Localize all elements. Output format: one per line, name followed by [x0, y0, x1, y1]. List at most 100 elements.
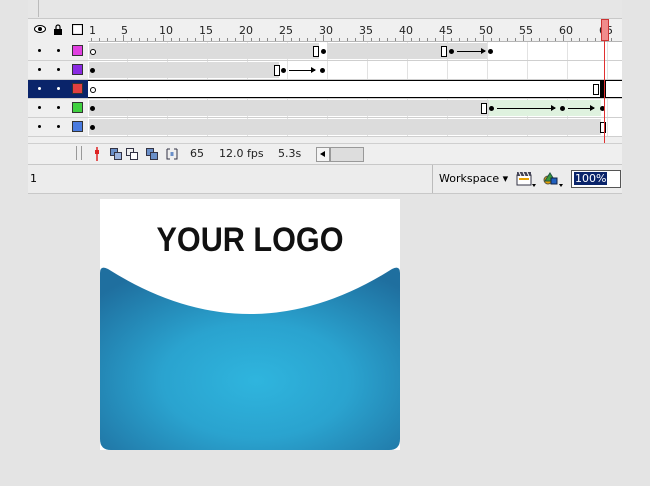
- keyframe[interactable]: [449, 49, 454, 54]
- ruler-tick: [499, 38, 500, 41]
- eye-icon[interactable]: [34, 24, 46, 34]
- selected-frame[interactable]: [600, 81, 606, 97]
- ruler-tick: [179, 38, 180, 41]
- onion-skin-outlines-icon[interactable]: [126, 148, 138, 163]
- lock-dot[interactable]: [57, 68, 60, 71]
- layer-row[interactable]: [28, 42, 622, 61]
- ruler-tick: [275, 38, 276, 41]
- ruler-label: 15: [199, 24, 213, 37]
- zoom-value: 100%: [574, 172, 608, 185]
- blank-keyframe[interactable]: [90, 49, 96, 55]
- frame-track[interactable]: [88, 80, 622, 98]
- layer-row[interactable]: [28, 99, 622, 118]
- visibility-dot[interactable]: [38, 125, 41, 128]
- keyframe[interactable]: [90, 106, 95, 111]
- timeline-panel: 15101520253035404550556065: [28, 19, 622, 164]
- ruler-tick: [395, 38, 396, 41]
- ruler-tick: [107, 38, 108, 41]
- layer-row-selected[interactable]: [28, 80, 622, 99]
- ruler-tick: [139, 38, 140, 41]
- end-frame[interactable]: [274, 65, 280, 76]
- visibility-dot[interactable]: [38, 106, 41, 109]
- layer-row[interactable]: [28, 61, 622, 80]
- keyframe[interactable]: [281, 68, 286, 73]
- layer-row[interactable]: [28, 118, 622, 137]
- stage-canvas[interactable]: YOUR LOGO: [100, 199, 400, 450]
- panel-tab[interactable]: [28, 0, 39, 17]
- playhead[interactable]: [601, 19, 609, 41]
- lock-dot[interactable]: [57, 106, 60, 109]
- scene-label[interactable]: 1: [30, 172, 37, 185]
- resize-handle[interactable]: [76, 146, 82, 160]
- ruler-tick: [411, 38, 412, 41]
- frame-track[interactable]: [88, 99, 622, 117]
- ruler-tick: [539, 38, 540, 41]
- lock-dot[interactable]: [57, 49, 60, 52]
- end-frame[interactable]: [593, 84, 599, 95]
- ruler-label: 50: [479, 24, 493, 37]
- keyframe[interactable]: [488, 49, 493, 54]
- keyframe[interactable]: [90, 125, 95, 130]
- workspace-dropdown[interactable]: Workspace ▾: [432, 165, 508, 193]
- ruler-tick: [419, 38, 420, 41]
- ruler-tick: [99, 38, 100, 41]
- visibility-dot[interactable]: [38, 49, 41, 52]
- lock-icon[interactable]: [53, 24, 63, 35]
- keyframe[interactable]: [320, 68, 325, 73]
- layer-color-swatch[interactable]: [72, 64, 83, 75]
- logo-text: YOUR LOGO: [156, 221, 344, 259]
- end-frame[interactable]: [600, 122, 606, 133]
- ruler-label: 30: [319, 24, 333, 37]
- keyframe[interactable]: [90, 68, 95, 73]
- timeline-footer: 65 12.0 fps 5.3s: [28, 143, 622, 164]
- ruler-tick: [211, 38, 212, 41]
- ruler-label: 40: [399, 24, 413, 37]
- outline-icon[interactable]: [71, 23, 84, 36]
- frame-ruler[interactable]: 15101520253035404550556065: [88, 19, 622, 42]
- ruler-tick: [435, 38, 436, 41]
- keyframe[interactable]: [560, 106, 565, 111]
- end-frame[interactable]: [481, 103, 487, 114]
- ruler-tick: [491, 38, 492, 41]
- end-frame[interactable]: [441, 46, 447, 57]
- lock-dot[interactable]: [57, 87, 60, 90]
- ruler-tick: [259, 38, 260, 41]
- scroll-left-button[interactable]: [316, 147, 330, 162]
- frame-track[interactable]: [88, 61, 622, 79]
- layer-color-swatch[interactable]: [72, 45, 83, 56]
- ruler-tick: [555, 38, 556, 41]
- edit-symbols-icon[interactable]: [516, 170, 536, 191]
- ruler-tick: [187, 38, 188, 41]
- ruler-tick: [91, 38, 92, 41]
- ruler-tick: [235, 38, 236, 41]
- layer-color-swatch[interactable]: [72, 102, 83, 113]
- visibility-dot[interactable]: [38, 68, 41, 71]
- layer-controls: [28, 80, 88, 98]
- blank-keyframe[interactable]: [90, 87, 96, 93]
- keyframe[interactable]: [489, 106, 494, 111]
- frame-track[interactable]: [88, 42, 622, 60]
- horizontal-scroll-thumb[interactable]: [330, 147, 364, 162]
- modify-onion-markers-icon[interactable]: [166, 148, 178, 163]
- ruler-tick: [507, 38, 508, 41]
- frame-track[interactable]: [88, 118, 622, 136]
- ruler-tick: [339, 38, 340, 41]
- ruler-tick: [267, 38, 268, 41]
- lock-dot[interactable]: [57, 125, 60, 128]
- layer-controls: [28, 118, 88, 136]
- zoom-input[interactable]: 100%: [571, 170, 621, 188]
- edit-scene-icon[interactable]: [542, 170, 564, 191]
- ruler-label: 5: [121, 24, 128, 37]
- edit-multiple-frames-icon[interactable]: [146, 148, 158, 163]
- onion-skin-icon[interactable]: [110, 148, 122, 163]
- layer-color-swatch[interactable]: [72, 121, 83, 132]
- layer-color-swatch[interactable]: [72, 83, 83, 94]
- ruler-label: 25: [279, 24, 293, 37]
- ruler-label: 45: [439, 24, 453, 37]
- playhead-line: [604, 41, 605, 143]
- edit-bar: 1 Workspace ▾ 100%: [28, 164, 622, 194]
- center-frame-icon[interactable]: [94, 147, 100, 164]
- keyframe[interactable]: [321, 49, 326, 54]
- end-frame[interactable]: [313, 46, 319, 57]
- visibility-dot[interactable]: [38, 87, 41, 90]
